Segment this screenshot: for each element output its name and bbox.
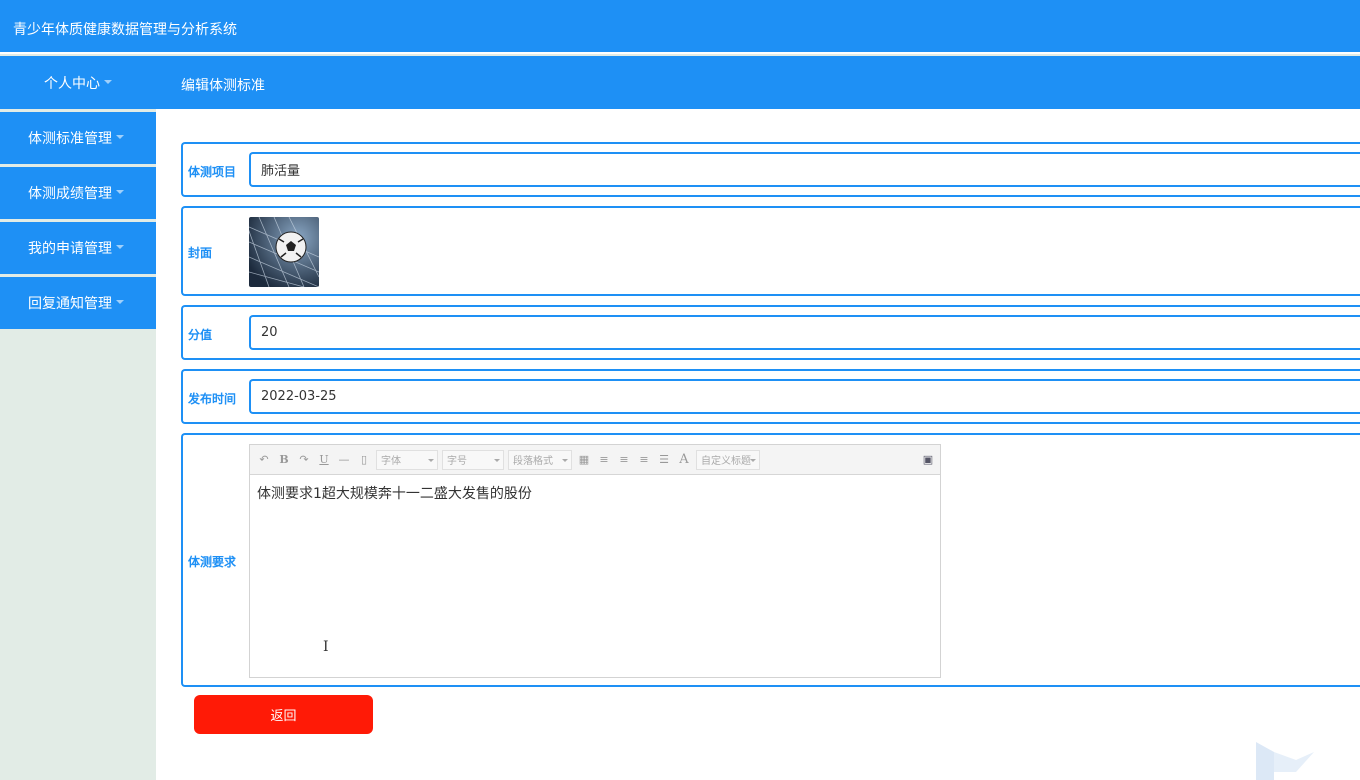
sidebar-item-label: 体测标准管理	[28, 131, 112, 147]
requirements-label: 体测要求	[188, 555, 237, 569]
undo-icon[interactable]: ↶	[256, 452, 272, 468]
back-button[interactable]: 返回	[194, 695, 373, 734]
publish-time-value: 2022-03-25	[261, 389, 337, 404]
logo-watermark-icon	[1256, 742, 1314, 780]
sub-header: 个人中心 编辑体测标准	[0, 56, 1360, 109]
sidebar-item-applications[interactable]: 我的申请管理	[0, 222, 156, 274]
app-title: 青少年体质健康数据管理与分析系统	[13, 22, 237, 38]
sidebar: 体测标准管理 体测成绩管理 我的申请管理 回复通知管理	[0, 112, 156, 332]
custom-title-select[interactable]: 自定义标题	[696, 449, 760, 470]
chevron-down-icon	[116, 245, 124, 249]
chevron-down-icon	[104, 79, 112, 84]
top-header: 青少年体质健康数据管理与分析系统	[0, 0, 1360, 54]
underline-icon[interactable]: U	[316, 452, 332, 468]
sidebar-item-label: 回复通知管理	[28, 296, 112, 312]
redo-icon[interactable]: ↷	[296, 452, 312, 468]
font-family-select[interactable]: 字体	[376, 449, 438, 470]
chevron-down-icon	[494, 458, 500, 462]
chevron-down-icon	[562, 458, 568, 462]
soccer-ball-image	[249, 217, 319, 287]
align-center-icon[interactable]: ≡	[616, 452, 632, 468]
text-cursor-icon: I	[323, 639, 329, 655]
table-icon[interactable]: ▦	[576, 452, 592, 468]
align-left-icon[interactable]: ≡	[596, 452, 612, 468]
page-title: 编辑体测标准	[181, 78, 265, 94]
chevron-down-icon	[428, 458, 434, 462]
document-icon[interactable]: ▯	[356, 452, 372, 468]
sidebar-item-label: 我的申请管理	[28, 241, 112, 257]
item-value: 肺活量	[261, 164, 301, 179]
form-row-publish-time: 发布时间 2022-03-25	[181, 369, 1360, 424]
rich-text-editor[interactable]: ↶ B ↷ U — ▯ 字体 字号 段落格式 ▦ ≡ ≡ ≡ ☰ A 自定义标题…	[249, 444, 941, 678]
publish-time-label: 发布时间	[188, 392, 237, 406]
item-input[interactable]: 肺活量	[249, 152, 1360, 187]
font-size-label: 字号	[447, 456, 467, 467]
chevron-down-icon	[116, 300, 124, 304]
bold-icon[interactable]: B	[276, 452, 292, 468]
chevron-down-icon	[116, 190, 124, 194]
fullscreen-icon[interactable]: ▣	[920, 452, 936, 468]
font-size-select[interactable]: 字号	[442, 449, 504, 470]
form-row-item: 体测项目 肺活量	[181, 142, 1360, 197]
score-input[interactable]: 20	[249, 315, 1360, 350]
font-family-label: 字体	[381, 456, 401, 467]
chevron-down-icon	[750, 458, 756, 462]
form-row-requirements: 体测要求 ↶ B ↷ U — ▯ 字体 字号 段落格式 ▦ ≡ ≡ ≡ ☰ A …	[181, 433, 1360, 687]
form-row-cover: 封面	[181, 206, 1360, 296]
font-color-icon[interactable]: A	[676, 452, 692, 468]
cover-image[interactable]	[249, 217, 319, 287]
sidebar-item-label: 体测成绩管理	[28, 186, 112, 202]
sidebar-item-notifications[interactable]: 回复通知管理	[0, 277, 156, 329]
horizontal-rule-icon[interactable]: —	[336, 452, 352, 468]
paragraph-label: 段落格式	[513, 456, 553, 467]
align-justify-icon[interactable]: ☰	[656, 452, 672, 468]
score-label: 分值	[188, 328, 213, 342]
custom-title-label: 自定义标题	[701, 456, 751, 467]
chevron-down-icon	[116, 135, 124, 139]
publish-time-input[interactable]: 2022-03-25	[249, 379, 1360, 414]
form-row-score: 分值 20	[181, 305, 1360, 360]
score-value: 20	[261, 325, 278, 340]
paragraph-select[interactable]: 段落格式	[508, 449, 572, 470]
sidebar-item-scores[interactable]: 体测成绩管理	[0, 167, 156, 219]
editor-toolbar: ↶ B ↷ U — ▯ 字体 字号 段落格式 ▦ ≡ ≡ ≡ ☰ A 自定义标题…	[250, 445, 940, 475]
user-center-label: 个人中心	[44, 75, 100, 92]
sidebar-item-standard[interactable]: 体测标准管理	[0, 112, 156, 164]
align-right-icon[interactable]: ≡	[636, 452, 652, 468]
item-label: 体测项目	[188, 165, 237, 179]
user-center-menu[interactable]: 个人中心	[0, 56, 156, 109]
cover-label: 封面	[188, 246, 213, 260]
editor-content[interactable]: 体测要求1超大规模奔十一二盛大发售的股份	[250, 475, 940, 511]
